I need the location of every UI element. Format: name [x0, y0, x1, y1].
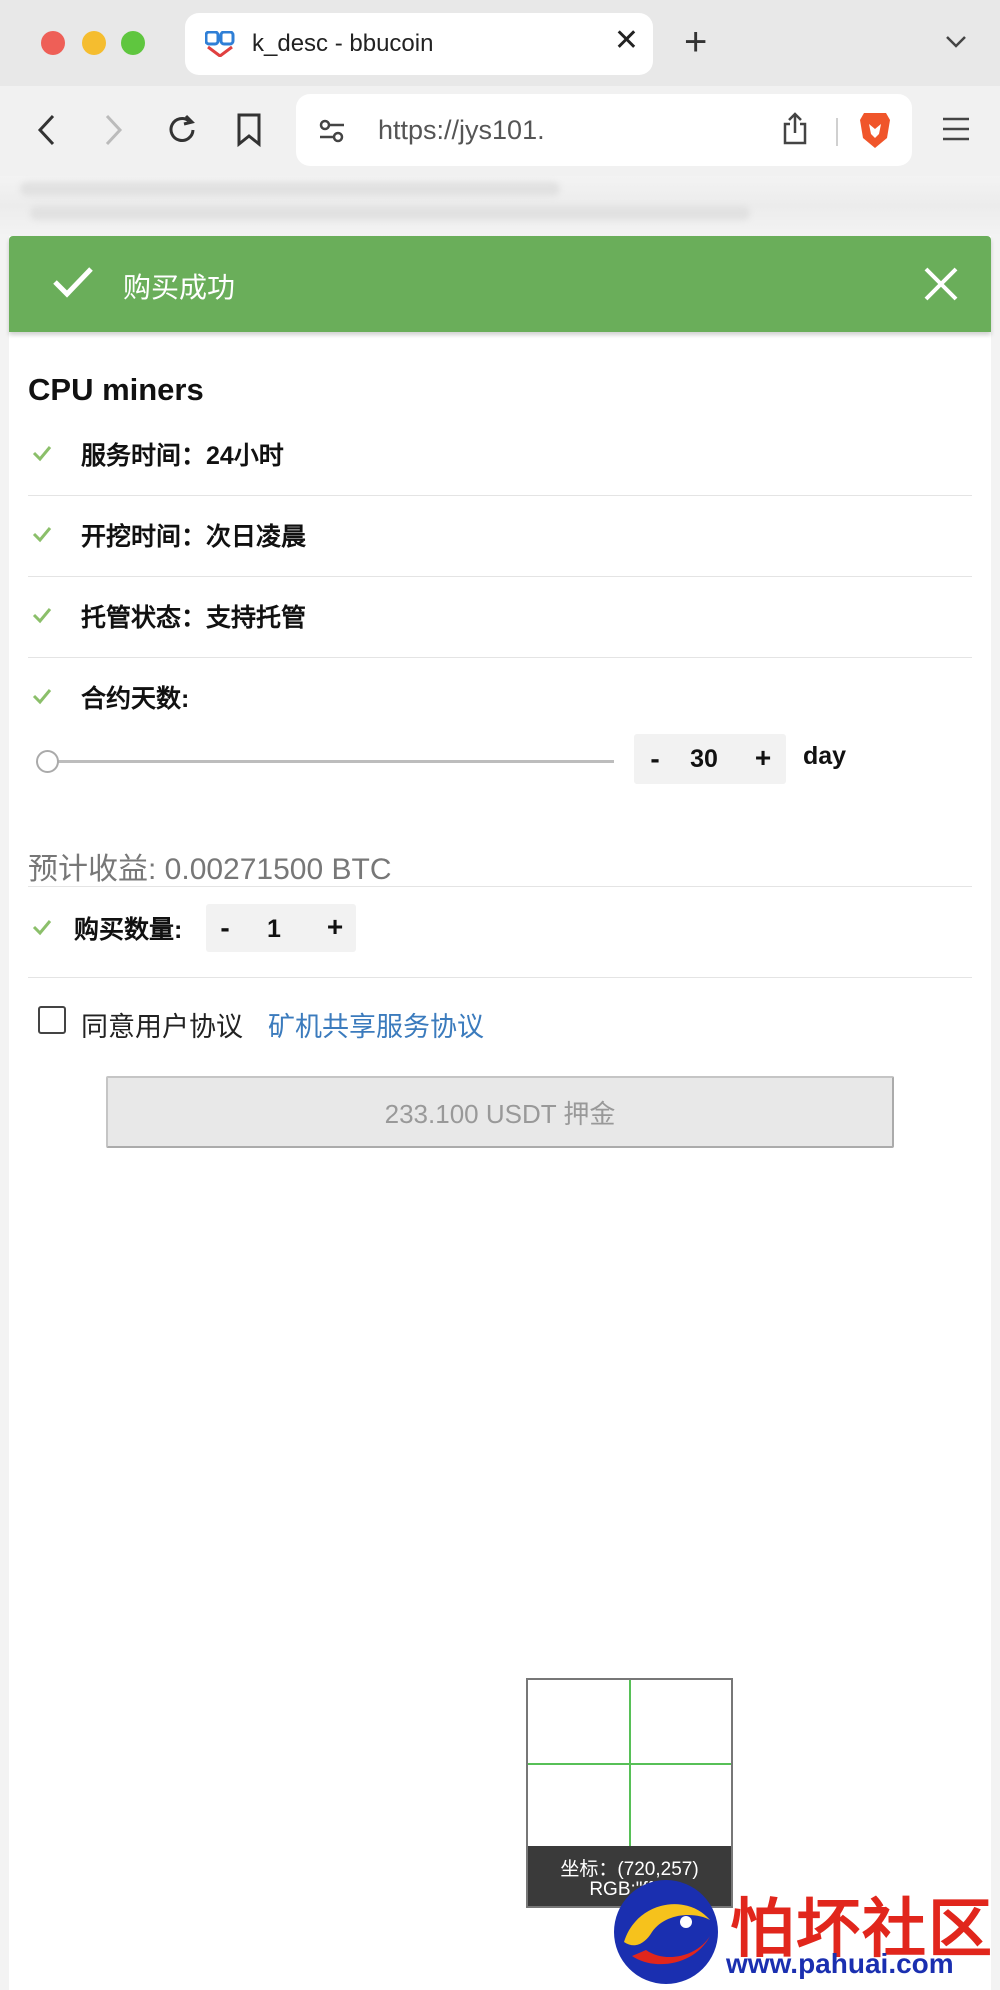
browser-tab[interactable]: k_desc - bbucoin ✕: [185, 13, 653, 75]
close-icon[interactable]: [921, 264, 961, 304]
forward-arrow-icon[interactable]: [102, 112, 124, 148]
reload-icon[interactable]: [164, 112, 200, 148]
days-value[interactable]: 30: [674, 734, 734, 784]
check-icon: [32, 527, 52, 543]
watermark-logo-icon: [614, 1880, 718, 1984]
contract-days-slider-track[interactable]: [48, 760, 614, 763]
crosshair-horizontal: [528, 1763, 731, 1765]
check-icon: [32, 446, 52, 462]
quantity-value[interactable]: 1: [242, 904, 306, 954]
site-settings-icon[interactable]: [318, 118, 346, 144]
toast-message: 购买成功: [123, 272, 236, 303]
feature-label: 开挖时间：次日凌晨: [81, 523, 307, 551]
blurred-header-strip: [0, 176, 1000, 236]
window-minimize-button[interactable]: [82, 31, 106, 55]
service-agreement-link[interactable]: 矿机共享服务协议: [268, 1005, 484, 1044]
days-increment-button[interactable]: +: [746, 734, 780, 782]
tab-title: k_desc - bbucoin: [252, 30, 434, 57]
quantity-stepper: - 1 +: [206, 904, 356, 952]
divider: [28, 977, 972, 978]
feature-contract-days: 合约天数:: [28, 657, 972, 737]
deposit-submit-button[interactable]: 233.100 USDT 押金: [106, 1076, 894, 1148]
url-divider: [836, 118, 838, 146]
new-tab-button[interactable]: +: [684, 22, 707, 62]
feature-hosting-status: 托管状态：支持托管: [28, 576, 972, 656]
menu-hamburger-icon[interactable]: [941, 116, 971, 142]
blurred-text: [20, 182, 560, 196]
feature-label: 服务时间：24小时: [81, 442, 284, 470]
success-toast: 购买成功: [9, 236, 991, 332]
agreement-checkbox[interactable]: [38, 1006, 66, 1034]
days-decrement-button[interactable]: -: [638, 734, 672, 784]
browser-toolbar: https://jys101.: [0, 86, 1000, 176]
feature-label: 合约天数:: [81, 685, 190, 713]
product-title: CPU miners: [28, 372, 204, 407]
check-icon: [32, 608, 52, 624]
url-text: https://jys101.: [378, 115, 545, 145]
browser-tab-bar: k_desc - bbucoin ✕ +: [0, 0, 1000, 86]
quantity-decrement-button[interactable]: -: [208, 904, 242, 952]
feature-start-time: 开挖时间：次日凌晨: [28, 495, 972, 575]
tab-close-icon[interactable]: ✕: [614, 26, 639, 56]
watermark-url: www.pahuai.com: [726, 1948, 954, 1979]
divider: [28, 886, 972, 887]
check-icon: [32, 689, 52, 705]
tab-list-chevron-icon[interactable]: [944, 34, 968, 50]
back-arrow-icon[interactable]: [36, 112, 58, 148]
check-icon: [32, 920, 52, 936]
window-close-button[interactable]: [41, 31, 65, 55]
contract-days-stepper: - 30 +: [634, 734, 786, 784]
feature-label: 托管状态：支持托管: [81, 604, 307, 632]
estimated-earnings: 预计收益: 0.00271500 BTC: [28, 853, 392, 886]
agreement-label[interactable]: 同意用户协议: [81, 1005, 243, 1044]
feature-service-time: 服务时间：24小时: [28, 414, 972, 494]
blurred-text: [30, 206, 750, 220]
days-unit: day: [803, 742, 847, 770]
quantity-label: 购买数量:: [74, 916, 183, 944]
brave-shield-icon[interactable]: [858, 110, 892, 150]
window-maximize-button[interactable]: [121, 31, 145, 55]
share-icon[interactable]: [782, 112, 808, 146]
address-bar[interactable]: https://jys101.: [296, 94, 912, 166]
quantity-increment-button[interactable]: +: [318, 904, 352, 950]
bookmark-icon[interactable]: [236, 112, 262, 148]
contract-days-slider-thumb[interactable]: [36, 750, 59, 773]
site-favicon-icon: [205, 31, 235, 57]
check-icon: [53, 267, 93, 298]
